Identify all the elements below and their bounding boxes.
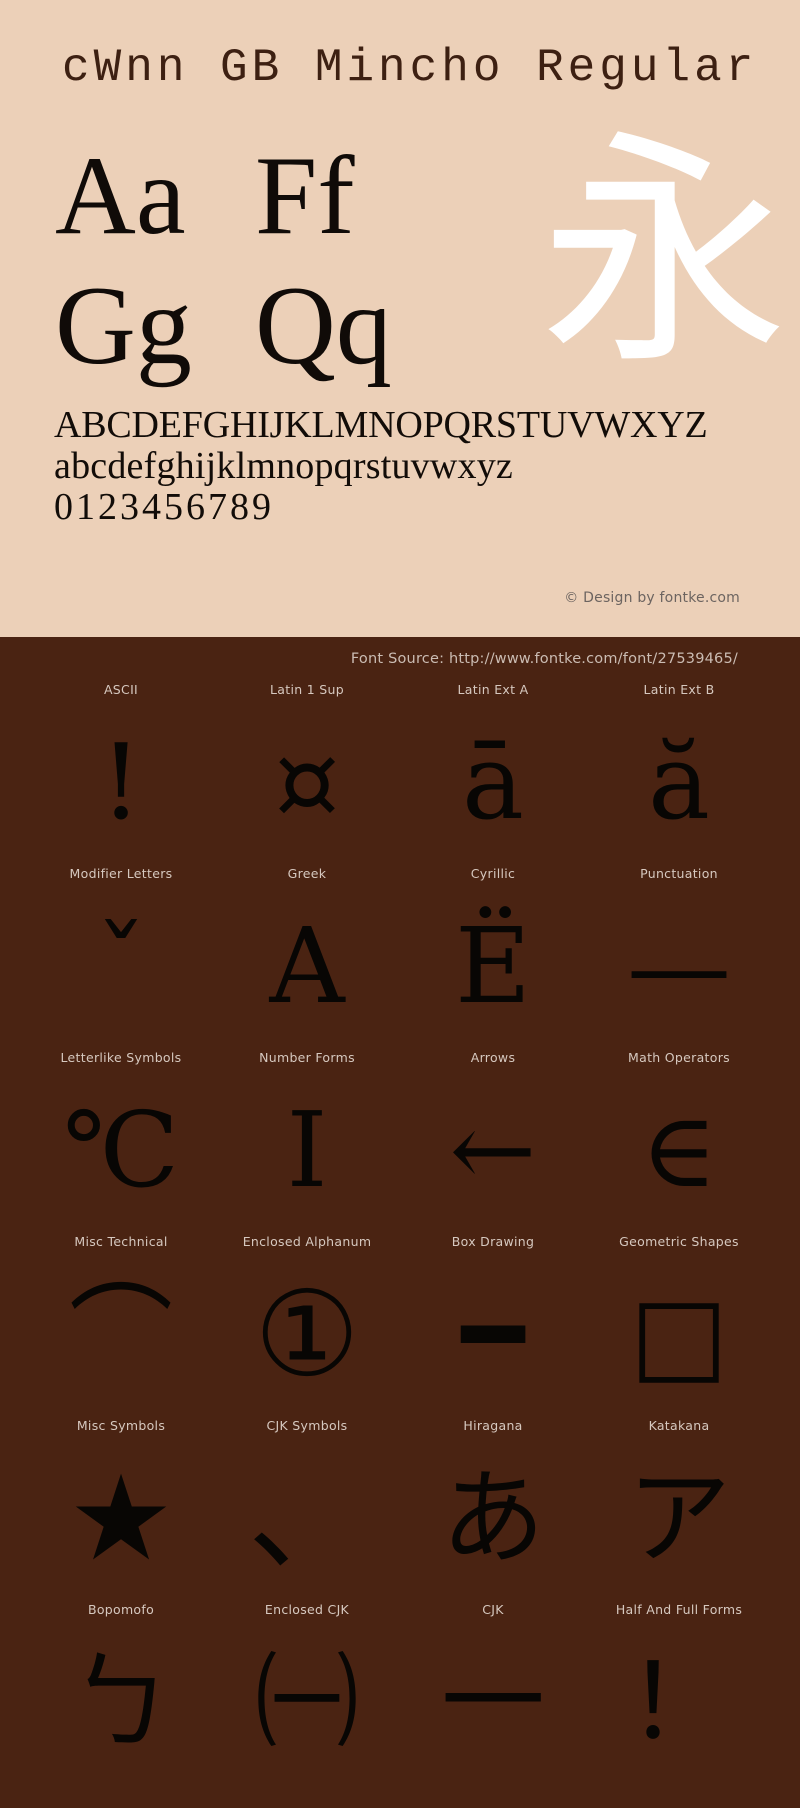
unicode-block-cell: Cyrillic Ё bbox=[400, 865, 586, 1049]
unicode-block-cell: Misc Technical ⌒ bbox=[28, 1233, 214, 1417]
unicode-block-label: Enclosed Alphanum bbox=[242, 1234, 372, 1249]
font-specimen-page: cWnn GB Mincho Regular Aa Ff Gg Qq 永 ABC… bbox=[0, 0, 800, 1808]
unicode-block-cell: Half And Full Forms ！ bbox=[586, 1601, 772, 1785]
unicode-block-label: Box Drawing bbox=[451, 1234, 535, 1249]
unicode-block-cell: CJK Symbols 、 bbox=[214, 1417, 400, 1601]
letter-pair-row: Aa Ff bbox=[55, 140, 455, 270]
uppercase-alphabet: ABCDEFGHIJKLMNOPQRSTUVWXYZ bbox=[54, 404, 708, 446]
a-breve-glyph: ă bbox=[647, 721, 710, 843]
white-square-glyph: □ bbox=[629, 1273, 729, 1395]
roman-numeral-one-glyph: Ⅰ bbox=[286, 1089, 328, 1211]
letter-pair-samples: Aa Ff Gg Qq bbox=[55, 140, 455, 400]
element-of-glyph: ∈ bbox=[640, 1089, 718, 1211]
unicode-block-cell: Box Drawing ━ bbox=[400, 1233, 586, 1417]
unicode-block-cell: CJK 一 bbox=[400, 1601, 586, 1785]
unicode-block-cell: Latin 1 Sup ¤ bbox=[214, 681, 400, 865]
unicode-block-label: Number Forms bbox=[259, 1050, 355, 1065]
hero-cjk-glyph: 永 bbox=[540, 110, 788, 398]
unicode-block-label: Bopomofo bbox=[87, 1602, 155, 1617]
unicode-block-label: Modifier Letters bbox=[69, 866, 173, 881]
unicode-block-label: Punctuation bbox=[640, 866, 718, 881]
unicode-block-cell: Katakana ア bbox=[586, 1417, 772, 1601]
greek-capital-alpha-glyph: Α bbox=[269, 905, 345, 1027]
unicode-block-cell: Punctuation — bbox=[586, 865, 772, 1049]
a-macron-glyph: ā bbox=[461, 721, 524, 843]
unicode-block-label: CJK bbox=[482, 1602, 504, 1617]
degree-celsius-glyph: ℃ bbox=[62, 1089, 180, 1211]
letter-sample-aa: Aa bbox=[55, 134, 186, 258]
unicode-block-label: Enclosed CJK bbox=[264, 1602, 350, 1617]
glyph-coverage-panel: Font Source: http://www.fontke.com/font/… bbox=[0, 637, 800, 1808]
katakana-a-glyph: ア bbox=[626, 1457, 731, 1579]
unicode-block-label: Cyrillic bbox=[470, 866, 516, 881]
caron-modifier-glyph: ˇ bbox=[95, 905, 147, 1027]
alphabet-samples: ABCDEFGHIJKLMNOPQRSTUVWXYZ abcdefghijklm… bbox=[54, 405, 708, 528]
unicode-block-cell: Modifier Letters ˇ bbox=[28, 865, 214, 1049]
unicode-block-grid: ASCII! Latin 1 Sup ¤ Latin Ext Aā Latin Ext … bbox=[0, 681, 800, 1785]
unicode-block-cell: Greek Α bbox=[214, 865, 400, 1049]
unicode-block-cell: ASCII! bbox=[28, 681, 214, 865]
letter-sample-qq: Qq bbox=[255, 264, 392, 388]
arc-glyph: ⌒ bbox=[68, 1273, 173, 1395]
unicode-block-label: Half And Full Forms bbox=[615, 1602, 743, 1617]
specimen-panel: cWnn GB Mincho Regular Aa Ff Gg Qq 永 ABC… bbox=[0, 0, 800, 637]
font-source-link[interactable]: Font Source: http://www.fontke.com/font/… bbox=[351, 651, 738, 667]
unicode-block-label: ASCII bbox=[103, 682, 139, 697]
unicode-block-cell: Enclosed CJK ㈠ bbox=[214, 1601, 400, 1785]
digit-sample: 0123456789 bbox=[54, 486, 274, 528]
unicode-block-cell: Misc Symbols ★ bbox=[28, 1417, 214, 1601]
unicode-block-label: Arrows bbox=[470, 1050, 516, 1065]
unicode-block-label: Letterlike Symbols bbox=[60, 1050, 182, 1065]
unicode-block-label: Latin Ext B bbox=[643, 682, 715, 697]
page-title: cWnn GB Mincho Regular bbox=[62, 42, 758, 94]
unicode-block-label: Hiragana bbox=[463, 1418, 523, 1433]
unicode-block-label: Latin Ext A bbox=[457, 682, 529, 697]
currency-sign-glyph: ¤ bbox=[273, 721, 341, 843]
parenthesized-ideograph-one-glyph: ㈠ bbox=[254, 1641, 359, 1763]
bopomofo-b-glyph: ㄅ bbox=[68, 1641, 173, 1763]
fullwidth-exclamation-glyph: ！ bbox=[626, 1641, 731, 1763]
copyright-credit: © Design by fontke.com bbox=[564, 590, 740, 606]
unicode-block-label: Geometric Shapes bbox=[619, 1234, 739, 1249]
unicode-block-label: Math Operators bbox=[628, 1050, 730, 1065]
unicode-block-cell: Hiragana あ bbox=[400, 1417, 586, 1601]
cjk-ideograph-one-glyph: 一 bbox=[440, 1641, 545, 1763]
lowercase-alphabet: abcdefghijklmnopqrstuvwxyz bbox=[54, 445, 513, 487]
unicode-block-label: Misc Technical bbox=[74, 1234, 168, 1249]
black-star-glyph: ★ bbox=[68, 1449, 174, 1587]
unicode-block-cell: Arrows ← bbox=[400, 1049, 586, 1233]
letter-sample-gg: Gg bbox=[55, 264, 192, 388]
letter-sample-ff: Ff bbox=[255, 134, 355, 258]
unicode-block-label: Misc Symbols bbox=[76, 1418, 166, 1433]
unicode-block-cell: Letterlike Symbols ℃ bbox=[28, 1049, 214, 1233]
unicode-block-cell: Geometric Shapes □ bbox=[586, 1233, 772, 1417]
leftwards-arrow-glyph: ← bbox=[449, 1089, 537, 1211]
hiragana-a-glyph: あ bbox=[440, 1457, 545, 1579]
unicode-block-label: Greek bbox=[287, 866, 327, 881]
cyrillic-capital-io-glyph: Ё bbox=[455, 905, 531, 1027]
unicode-block-cell: Bopomofo ㄅ bbox=[28, 1601, 214, 1785]
exclamation-mark-glyph: ! bbox=[100, 721, 142, 843]
box-drawing-heavy-horizontal-glyph: ━ bbox=[461, 1273, 525, 1395]
em-dash-glyph: — bbox=[627, 905, 731, 1027]
letter-pair-row: Gg Qq bbox=[55, 270, 455, 400]
ideographic-comma-glyph: 、 bbox=[247, 1449, 366, 1587]
circled-digit-one-glyph: ① bbox=[254, 1265, 360, 1403]
unicode-block-cell: Math Operators ∈ bbox=[586, 1049, 772, 1233]
unicode-block-label: Katakana bbox=[648, 1418, 710, 1433]
unicode-block-cell: Latin Ext A ā bbox=[400, 681, 586, 865]
unicode-block-label: CJK Symbols bbox=[266, 1418, 348, 1433]
unicode-block-cell: Latin Ext B ă bbox=[586, 681, 772, 865]
unicode-block-cell: Number Forms Ⅰ bbox=[214, 1049, 400, 1233]
unicode-block-cell: Enclosed Alphanum ① bbox=[214, 1233, 400, 1417]
unicode-block-label: Latin 1 Sup bbox=[270, 682, 344, 697]
